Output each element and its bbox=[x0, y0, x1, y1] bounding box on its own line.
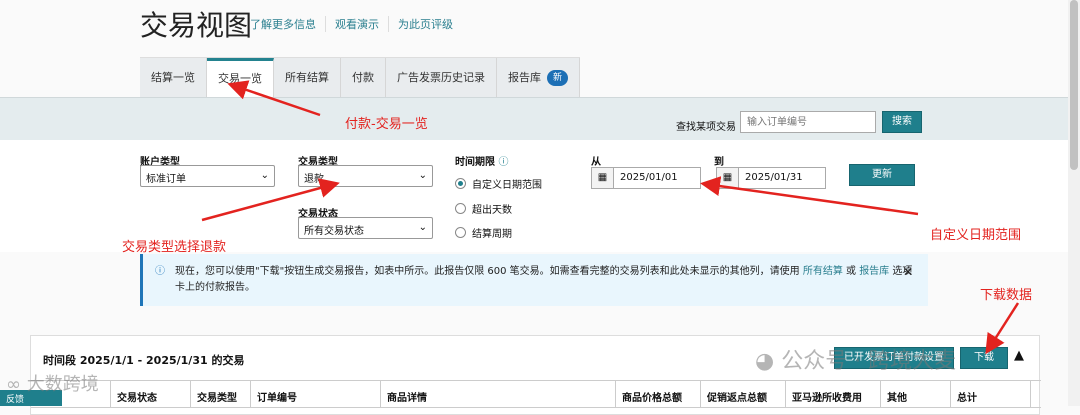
arrow-to-date bbox=[700, 176, 919, 216]
scrollbar-thumb[interactable] bbox=[1070, 0, 1078, 170]
arrow-to-download bbox=[985, 302, 1020, 355]
watermark-wechat: ◕ 公众号 · 跨境大麦 bbox=[755, 349, 957, 374]
watermark-logo: ∞ 大数跨境 bbox=[6, 374, 99, 395]
arrow-to-tab bbox=[227, 80, 321, 117]
arrow-to-type bbox=[201, 178, 340, 222]
